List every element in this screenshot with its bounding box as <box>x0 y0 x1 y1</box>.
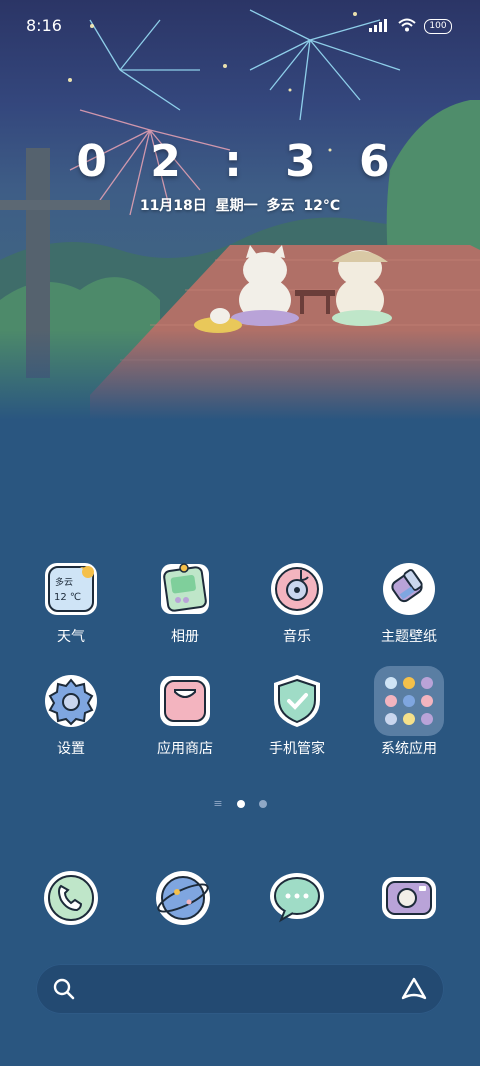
weather-widget-temp: 12 ℃ <box>54 592 82 603</box>
wifi-icon <box>398 17 416 36</box>
app-label: 相册 <box>171 629 199 645</box>
music-icon <box>268 560 326 618</box>
search-bar[interactable] <box>36 964 444 1014</box>
app-weather[interactable]: 多云 12 ℃ 天气 <box>16 560 126 646</box>
theme-icon <box>380 560 438 618</box>
app-store[interactable]: 应用商店 <box>130 672 240 758</box>
security-icon <box>268 672 326 730</box>
phone-icon <box>44 871 98 925</box>
page-list-icon[interactable]: ≡ <box>213 797 222 810</box>
app-label: 手机管家 <box>269 741 325 757</box>
messages-icon <box>270 873 324 923</box>
weather-widget-text: 多云 <box>55 578 74 588</box>
dock-phone[interactable] <box>41 868 101 928</box>
page-dot[interactable] <box>258 799 267 808</box>
search-icon <box>52 977 76 1005</box>
app-store-icon <box>156 672 214 730</box>
app-theme-wallpaper[interactable]: 主题壁纸 <box>354 560 464 646</box>
app-label: 主题壁纸 <box>381 629 437 645</box>
app-music[interactable]: 音乐 <box>242 560 352 646</box>
status-bar: 8:16 100 <box>0 0 480 50</box>
dock-browser[interactable] <box>153 868 213 928</box>
page-dot-active[interactable] <box>236 799 245 808</box>
clock-time: 0 2 : 3 6 <box>76 136 404 187</box>
clock-widget[interactable]: 0 2 : 3 6 11月18日 星期一 多云 12°C <box>0 136 480 215</box>
weather-icon: 多云 12 ℃ <box>42 560 100 618</box>
gallery-icon <box>156 560 214 618</box>
app-gallery[interactable]: 相册 <box>130 560 240 646</box>
app-label: 天气 <box>57 629 85 645</box>
assistant-icon[interactable] <box>400 976 428 1006</box>
app-label: 音乐 <box>283 629 311 645</box>
dock-messages[interactable] <box>267 868 327 928</box>
page-indicator[interactable]: ≡ <box>0 797 480 810</box>
browser-icon <box>156 871 210 925</box>
status-time: 8:16 <box>26 16 62 35</box>
app-phone-manager[interactable]: 手机管家 <box>242 672 352 758</box>
signal-icon <box>368 17 390 36</box>
app-settings[interactable]: 设置 <box>16 672 126 758</box>
app-label: 系统应用 <box>381 741 437 757</box>
dock-camera[interactable] <box>379 868 439 928</box>
folder-system-apps[interactable]: 系统应用 <box>354 666 464 758</box>
app-label: 应用商店 <box>157 741 213 757</box>
camera-icon <box>382 877 436 919</box>
settings-icon <box>42 672 100 730</box>
system-apps-folder-icon <box>374 666 444 736</box>
clock-date: 11月18日 星期一 多云 12°C <box>139 198 341 214</box>
battery-indicator: 100 <box>424 19 452 34</box>
app-label: 设置 <box>57 741 85 757</box>
